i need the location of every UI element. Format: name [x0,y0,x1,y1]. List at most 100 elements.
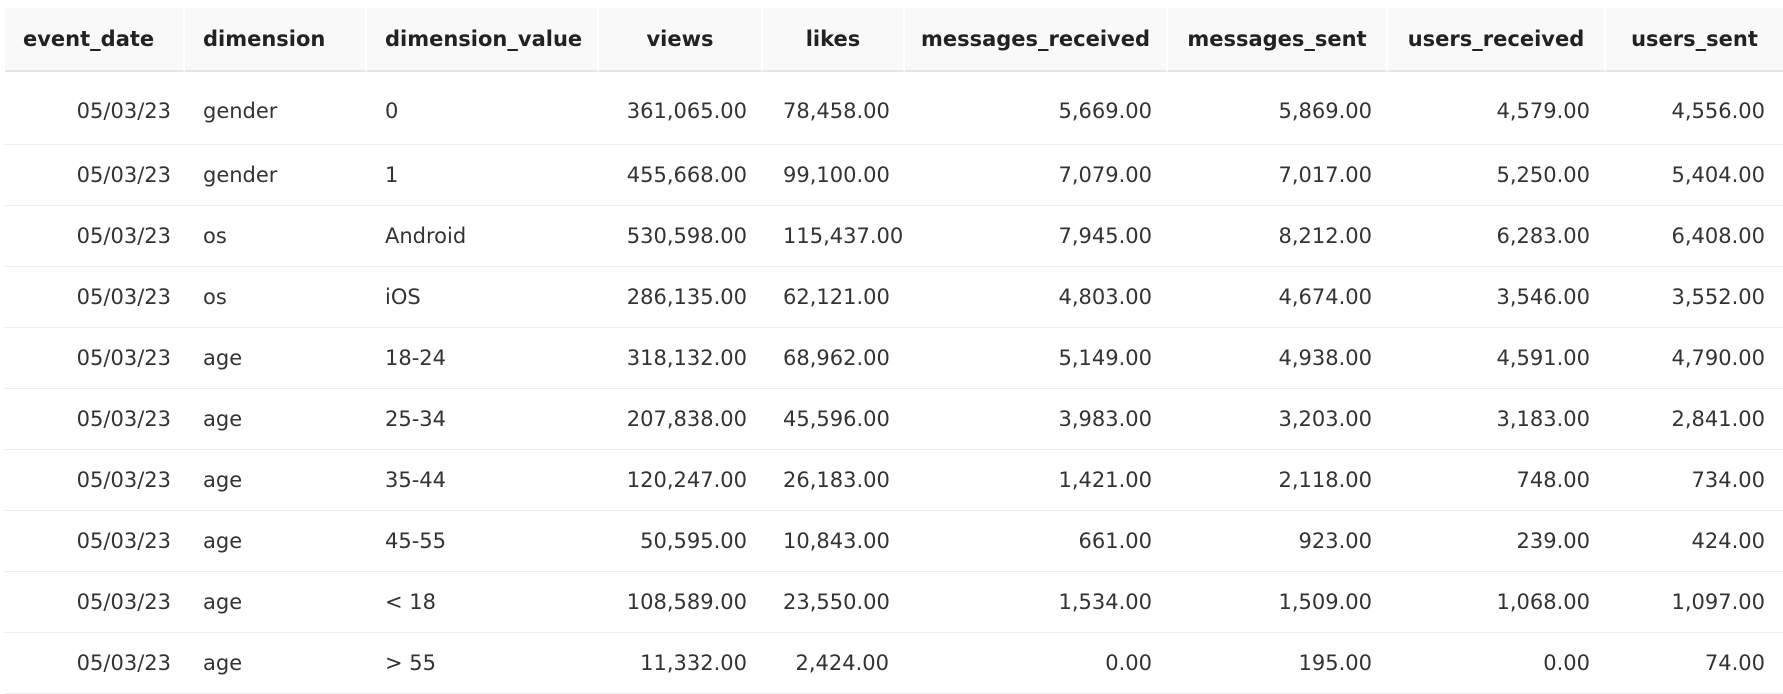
cell-likes: 115,437.00 [763,206,905,267]
cell-users-received: 239.00 [1388,511,1606,572]
table-row[interactable]: 05/03/23 age > 55 11,332.00 2,424.00 0.00 195.… [5,633,1783,694]
cell-messages-sent: 195.00 [1168,633,1388,694]
cell-messages-received: 5,669.00 [905,72,1168,145]
cell-messages-sent: 8,212.00 [1168,206,1388,267]
cell-users-sent: 424.00 [1606,511,1783,572]
cell-messages-received: 4,803.00 [905,267,1168,328]
cell-dimension: gender [185,72,367,145]
cell-event-date: 05/03/23 [5,511,185,572]
cell-dimension-value: 45-55 [367,511,599,572]
cell-users-sent: 74.00 [1606,633,1783,694]
cell-messages-received: 3,983.00 [905,389,1168,450]
cell-dimension: age [185,511,367,572]
cell-messages-sent: 923.00 [1168,511,1388,572]
cell-messages-sent: 7,017.00 [1168,145,1388,206]
cell-messages-sent: 4,938.00 [1168,328,1388,389]
cell-dimension-value: < 18 [367,572,599,633]
table-body: 05/03/23 gender 0 361,065.00 78,458.00 5,669.… [5,72,1783,694]
cell-views: 318,132.00 [599,328,763,389]
cell-users-received: 3,546.00 [1388,267,1606,328]
cell-dimension-value: 35-44 [367,450,599,511]
cell-users-sent: 4,556.00 [1606,72,1783,145]
cell-dimension-value: 18-24 [367,328,599,389]
column-header-users-sent[interactable]: users_sent [1606,8,1783,72]
table-row[interactable]: 05/03/23 age < 18 108,589.00 23,550.00 1,534.… [5,572,1783,633]
table-row[interactable]: 05/03/23 os Android 530,598.00 115,437.00 7,9… [5,206,1783,267]
results-table-container: event_date dimension dimension_value vie… [5,8,1783,694]
cell-likes: 10,843.00 [763,511,905,572]
cell-views: 207,838.00 [599,389,763,450]
cell-users-received: 1,068.00 [1388,572,1606,633]
column-header-dimension[interactable]: dimension [185,8,367,72]
cell-event-date: 05/03/23 [5,145,185,206]
cell-dimension-value: > 55 [367,633,599,694]
cell-dimension-value: 25-34 [367,389,599,450]
cell-views: 361,065.00 [599,72,763,145]
column-header-messages-sent[interactable]: messages_sent [1168,8,1388,72]
cell-dimension: age [185,328,367,389]
cell-dimension: age [185,633,367,694]
column-header-dimension-value[interactable]: dimension_value [367,8,599,72]
header-row: event_date dimension dimension_value vie… [5,8,1783,72]
table-row[interactable]: 05/03/23 age 18-24 318,132.00 68,962.00 5,149… [5,328,1783,389]
cell-likes: 23,550.00 [763,572,905,633]
cell-event-date: 05/03/23 [5,572,185,633]
cell-views: 530,598.00 [599,206,763,267]
cell-likes: 99,100.00 [763,145,905,206]
table-row[interactable]: 05/03/23 age 45-55 50,595.00 10,843.00 661.00… [5,511,1783,572]
cell-event-date: 05/03/23 [5,450,185,511]
cell-likes: 2,424.00 [763,633,905,694]
cell-users-sent: 2,841.00 [1606,389,1783,450]
cell-users-sent: 5,404.00 [1606,145,1783,206]
cell-dimension: os [185,267,367,328]
cell-users-sent: 1,097.00 [1606,572,1783,633]
table-row[interactable]: 05/03/23 os iOS 286,135.00 62,121.00 4,803.00… [5,267,1783,328]
cell-event-date: 05/03/23 [5,267,185,328]
cell-dimension: age [185,450,367,511]
cell-messages-received: 7,945.00 [905,206,1168,267]
cell-likes: 26,183.00 [763,450,905,511]
column-header-users-received[interactable]: users_received [1388,8,1606,72]
cell-dimension: age [185,389,367,450]
cell-messages-received: 0.00 [905,633,1168,694]
cell-views: 455,668.00 [599,145,763,206]
cell-users-sent: 3,552.00 [1606,267,1783,328]
table-row[interactable]: 05/03/23 age 25-34 207,838.00 45,596.00 3,983… [5,389,1783,450]
cell-messages-sent: 5,869.00 [1168,72,1388,145]
column-header-event-date[interactable]: event_date [5,8,185,72]
cell-users-received: 4,579.00 [1388,72,1606,145]
cell-users-received: 3,183.00 [1388,389,1606,450]
cell-views: 120,247.00 [599,450,763,511]
cell-dimension: os [185,206,367,267]
cell-likes: 68,962.00 [763,328,905,389]
cell-messages-sent: 4,674.00 [1168,267,1388,328]
column-header-messages-received[interactable]: messages_received [905,8,1168,72]
table-row[interactable]: 05/03/23 gender 0 361,065.00 78,458.00 5,669.… [5,72,1783,145]
cell-views: 108,589.00 [599,572,763,633]
cell-messages-sent: 3,203.00 [1168,389,1388,450]
cell-dimension: age [185,572,367,633]
cell-users-received: 6,283.00 [1388,206,1606,267]
cell-messages-received: 7,079.00 [905,145,1168,206]
cell-messages-received: 661.00 [905,511,1168,572]
cell-messages-sent: 2,118.00 [1168,450,1388,511]
column-header-likes[interactable]: likes [763,8,905,72]
cell-users-sent: 6,408.00 [1606,206,1783,267]
cell-event-date: 05/03/23 [5,328,185,389]
table-row[interactable]: 05/03/23 age 35-44 120,247.00 26,183.00 1,421… [5,450,1783,511]
cell-users-received: 0.00 [1388,633,1606,694]
cell-messages-received: 1,421.00 [905,450,1168,511]
cell-dimension-value: 0 [367,72,599,145]
cell-event-date: 05/03/23 [5,72,185,145]
results-table: event_date dimension dimension_value vie… [5,8,1783,694]
cell-event-date: 05/03/23 [5,389,185,450]
cell-messages-received: 5,149.00 [905,328,1168,389]
cell-likes: 62,121.00 [763,267,905,328]
cell-views: 50,595.00 [599,511,763,572]
cell-event-date: 05/03/23 [5,633,185,694]
column-header-views[interactable]: views [599,8,763,72]
table-row[interactable]: 05/03/23 gender 1 455,668.00 99,100.00 7,079.… [5,145,1783,206]
cell-likes: 78,458.00 [763,72,905,145]
cell-users-received: 5,250.00 [1388,145,1606,206]
cell-dimension-value: 1 [367,145,599,206]
